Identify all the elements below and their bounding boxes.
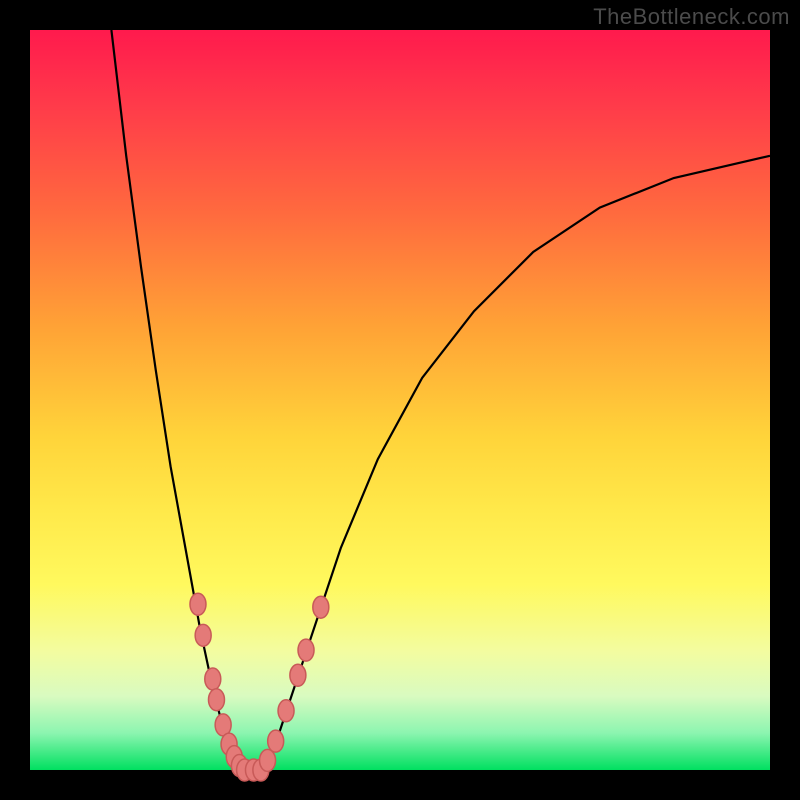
chart-root: TheBottleneck.com [0, 0, 800, 800]
plot-area [30, 30, 770, 770]
data-marker [278, 700, 294, 722]
data-marker [268, 730, 284, 752]
attribution-text: TheBottleneck.com [593, 4, 790, 30]
data-marker [208, 689, 224, 711]
curve-svg [30, 30, 770, 770]
data-marker [313, 596, 329, 618]
data-markers [190, 593, 329, 781]
data-marker [290, 664, 306, 686]
data-marker [195, 624, 211, 646]
data-marker [190, 593, 206, 615]
bottleneck-curve [111, 30, 770, 770]
data-marker [298, 639, 314, 661]
data-marker [205, 668, 221, 690]
data-marker [260, 749, 276, 771]
